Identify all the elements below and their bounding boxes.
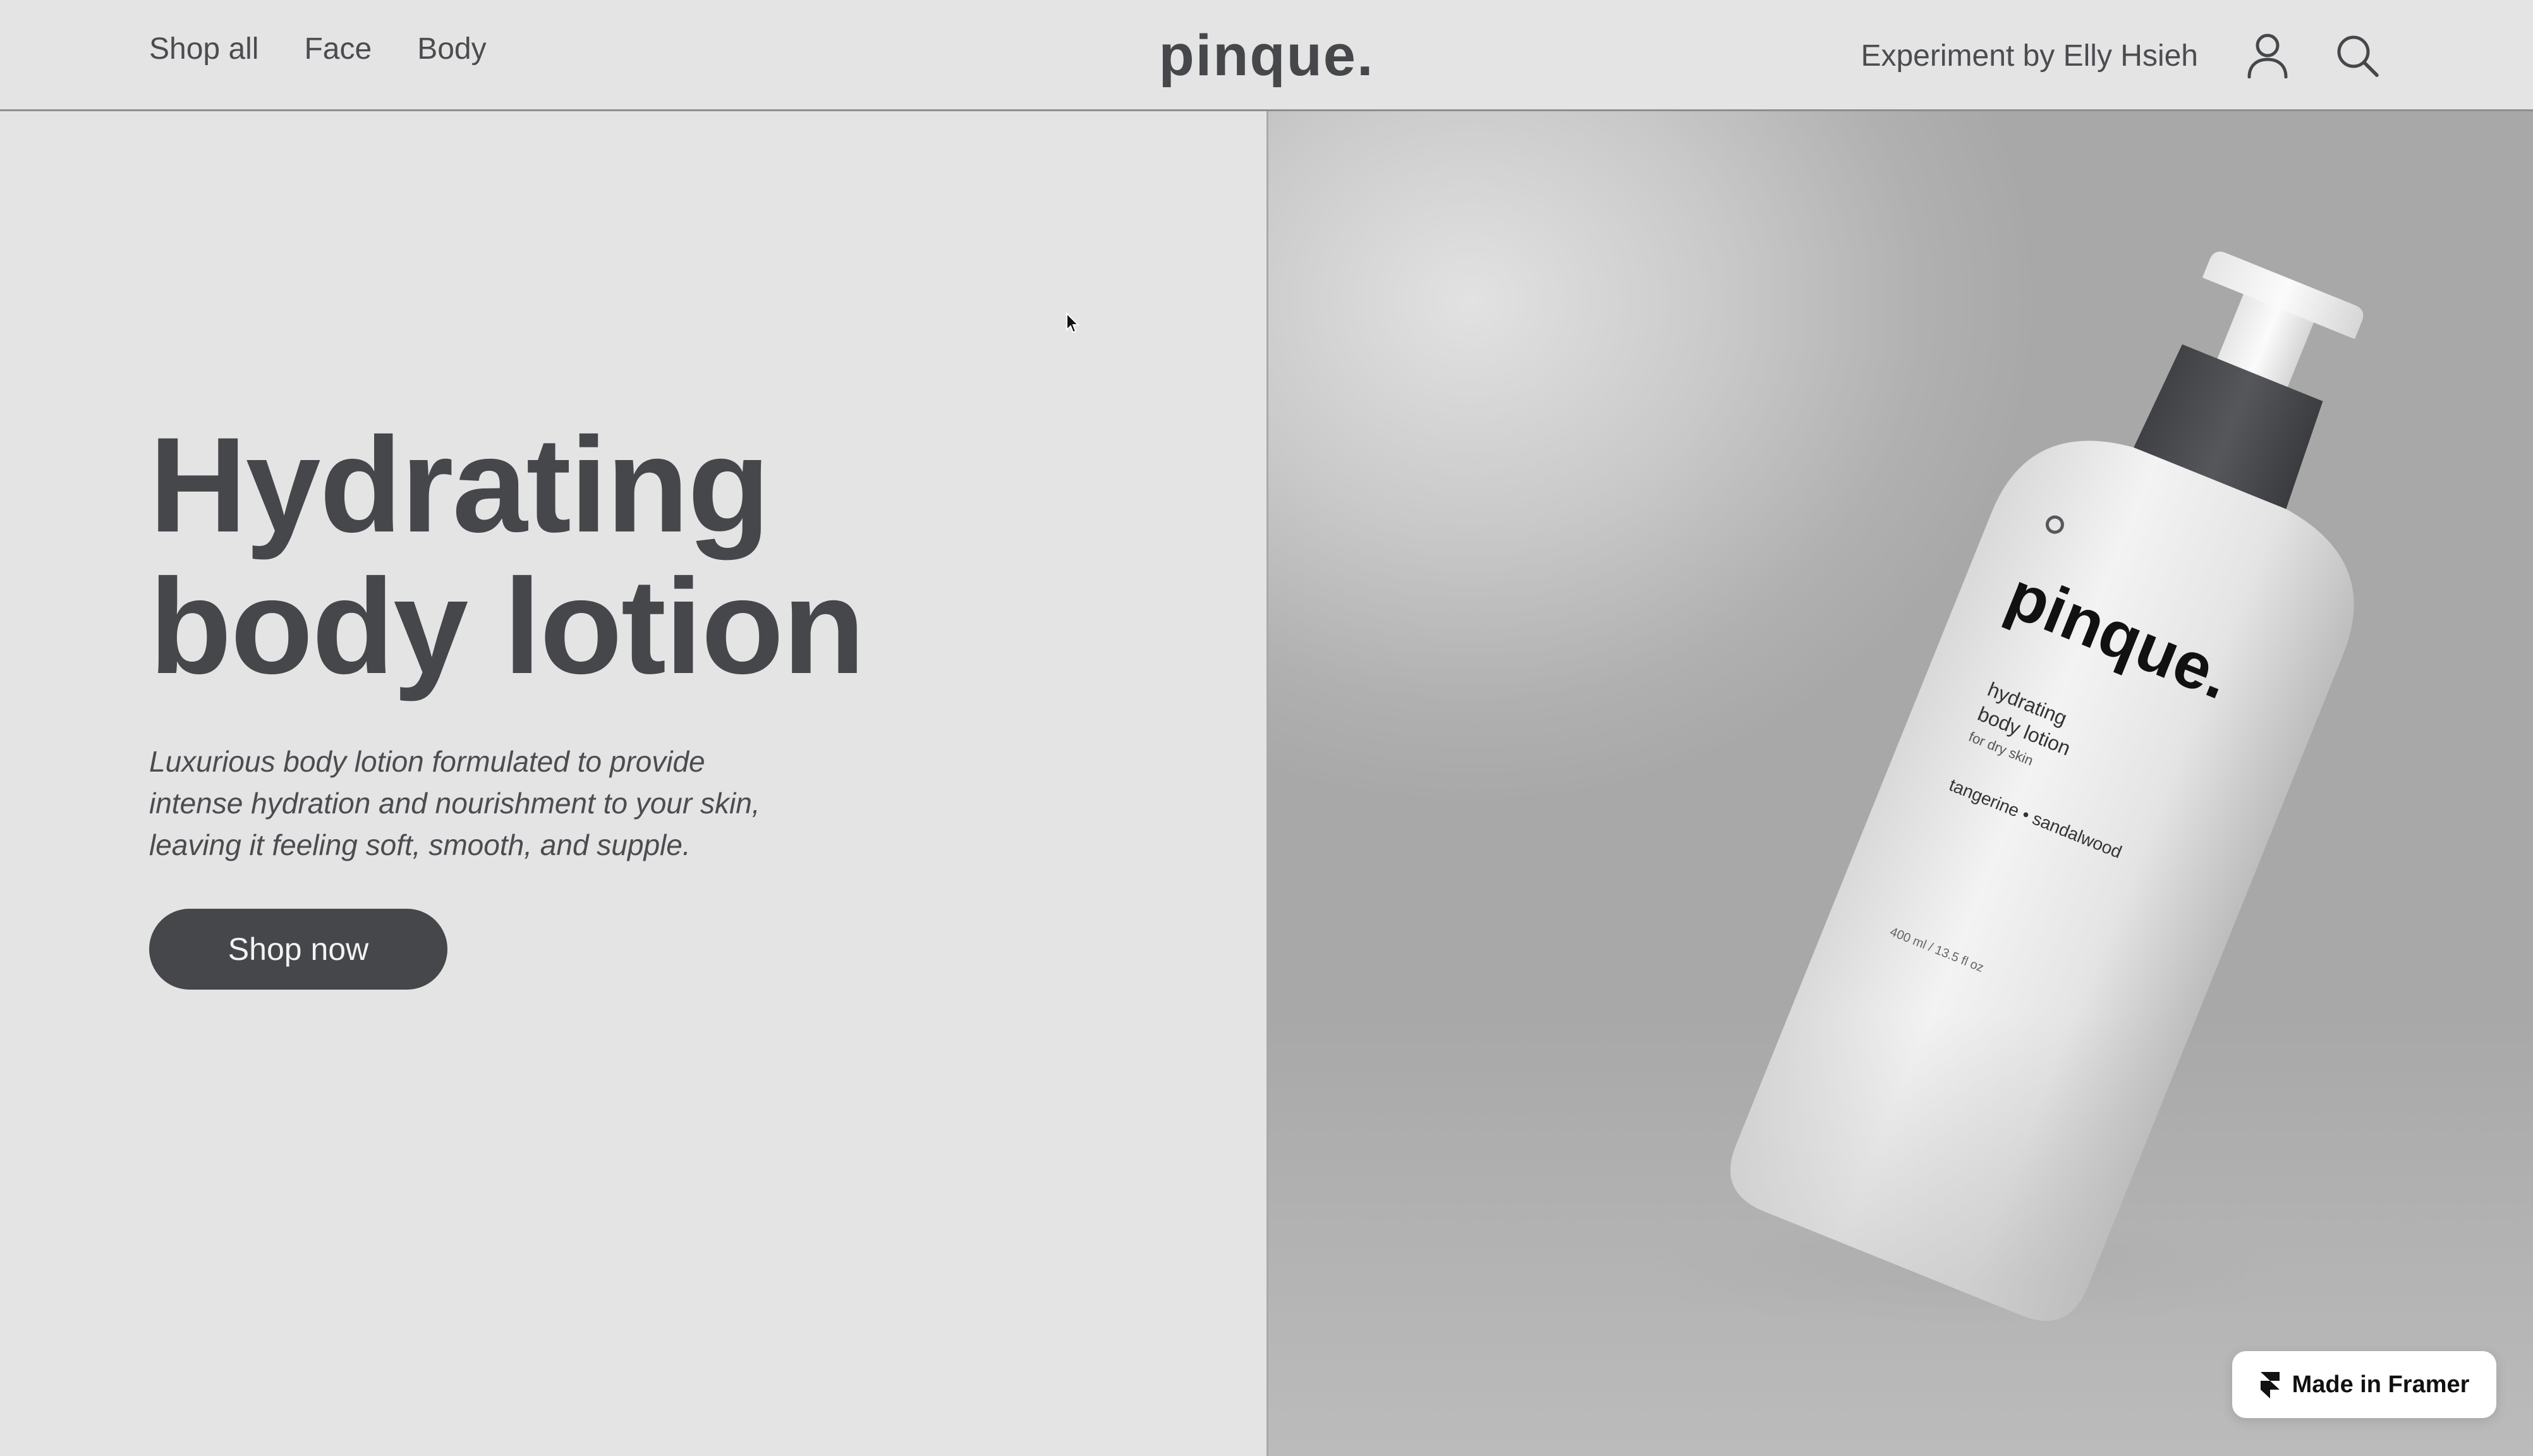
nav-link-shop-all[interactable]: Shop all <box>149 32 258 66</box>
nav-link-face[interactable]: Face <box>304 32 372 66</box>
made-in-framer-label: Made in Framer <box>2292 1371 2470 1398</box>
nav-link-body[interactable]: Body <box>417 32 486 66</box>
brand-logo[interactable]: pinque. <box>1158 23 1374 88</box>
hero-description: Luxurious body lotion formulated to prov… <box>149 745 760 861</box>
author-credit-link[interactable]: Experiment by Elly Hsieh <box>1861 39 2198 73</box>
made-in-framer-badge[interactable]: Made in Framer <box>2232 1351 2496 1418</box>
hero-title: Hydrating body lotion <box>149 410 865 702</box>
hero-title-line-1: Hydrating <box>149 410 770 561</box>
search-icon[interactable] <box>2331 29 2384 82</box>
hero-title-line-2: body lotion <box>149 551 865 702</box>
main-nav: Shop all Face Body <box>149 32 487 66</box>
hero-text-panel: Hydrating body lotion Luxurious body lot… <box>0 111 1266 1456</box>
mouse-cursor-icon <box>1066 312 1081 337</box>
shop-now-button[interactable]: Shop now <box>149 909 447 990</box>
product-image-panel: pinque. hydrating body lotion for dry sk… <box>1266 111 2533 1456</box>
site-header: Shop all Face Body pinque. Experiment by… <box>0 0 2533 111</box>
header-actions: Experiment by Elly Hsieh <box>1861 29 2384 82</box>
user-icon[interactable] <box>2241 29 2294 82</box>
framer-logo-icon <box>2260 1372 2280 1398</box>
bottle-body <box>1730 440 2354 1321</box>
floor-shadow <box>1635 1217 2292 1331</box>
lotion-bottle-image: pinque. hydrating body lotion for dry sk… <box>1635 252 2364 1331</box>
